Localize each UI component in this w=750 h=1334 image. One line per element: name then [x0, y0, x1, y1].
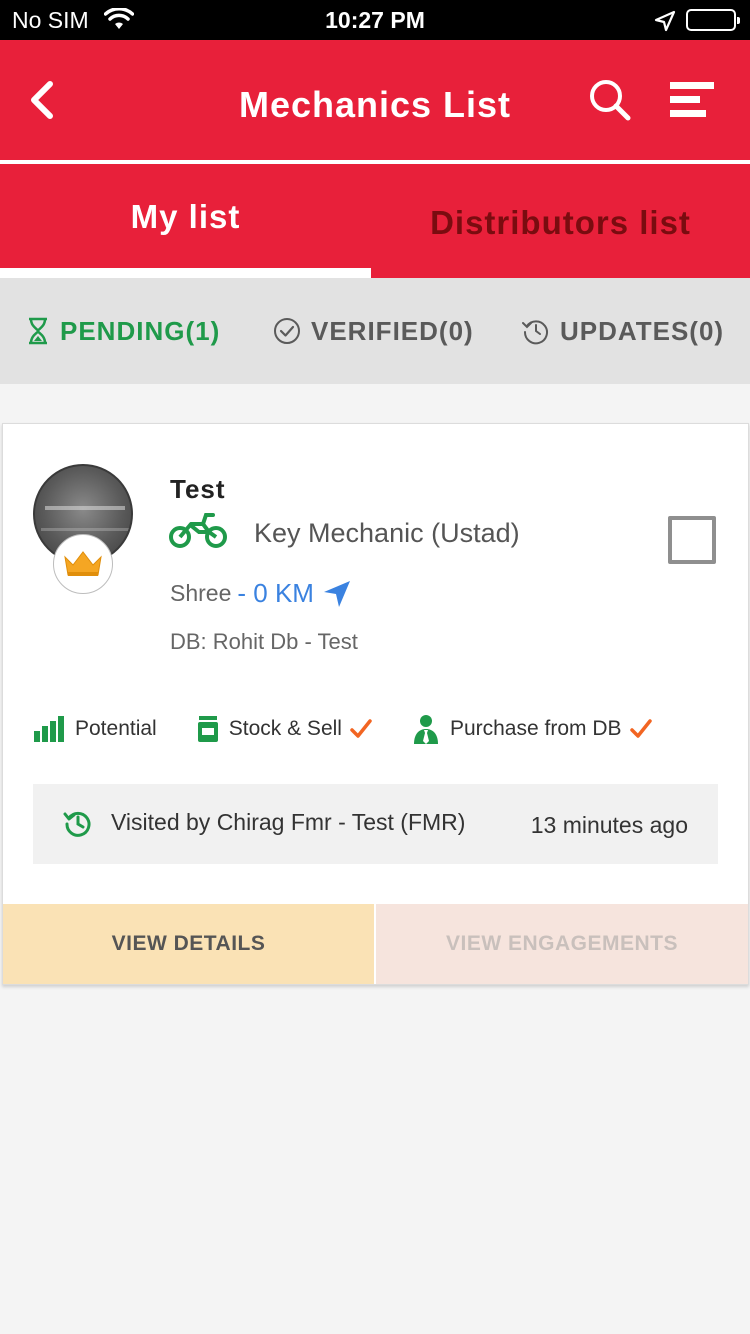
status-filter-bar: PENDING(1) VERIFIED(0) UPDATES(0): [0, 278, 750, 384]
attr-potential-label: Potential: [75, 717, 157, 740]
person-tie-icon: [413, 715, 438, 744]
history-icon: [522, 320, 548, 345]
app-header: Mechanics List: [0, 40, 750, 160]
battery-icon: [686, 9, 740, 31]
filter-updates[interactable]: UPDATES(0): [522, 278, 724, 384]
mechanic-name: Test: [170, 474, 226, 504]
select-checkbox[interactable]: [668, 516, 716, 564]
filter-verified-label: VERIFIED(0): [311, 315, 474, 346]
search-icon[interactable]: [588, 78, 632, 127]
checkmark-icon: [350, 719, 372, 738]
filter-pending[interactable]: PENDING(1): [26, 278, 220, 384]
stock-box-icon: [197, 716, 218, 742]
tab-distributors-list[interactable]: Distributors list: [371, 164, 750, 278]
visited-time-label: 13 minutes ago: [530, 812, 688, 838]
status-bar: No SIM 10:27 PM: [0, 0, 750, 40]
attr-stock-sell: Stock & Sell: [197, 715, 372, 743]
location-arrow-icon: [654, 10, 676, 37]
mechanic-card[interactable]: Test Key Mechanic (Ustad) Shree - 0 KM D…: [2, 423, 749, 985]
motorbike-icon: [169, 512, 227, 553]
location-row: Shree - 0 KM: [170, 578, 352, 609]
view-engagements-button[interactable]: VIEW ENGAGEMENTS: [376, 904, 748, 984]
attr-purchase-db-label: Purchase from DB: [449, 717, 622, 740]
hourglass-icon: [29, 317, 47, 345]
page-title: Mechanics List: [238, 84, 512, 125]
signal-bars-icon: [34, 716, 64, 742]
filter-verified[interactable]: VERIFIED(0): [273, 278, 474, 384]
filter-updates-label: UPDATES(0): [560, 315, 725, 346]
tab-bar: My list Distributors list: [0, 164, 750, 278]
crown-icon: [64, 551, 102, 576]
mechanic-type: Key Mechanic (Ustad): [254, 518, 520, 548]
attribute-row: Potential Stock & Sell Purchase from DB: [33, 712, 692, 746]
visit-info: Visited by Chirag Fmr - Test (FMR) 13 mi…: [33, 784, 718, 864]
navigation-arrow-icon[interactable]: [322, 579, 352, 609]
clock-time: 10:27 PM: [325, 7, 425, 33]
attr-purchase-db: Purchase from DB: [412, 714, 652, 744]
check-circle-icon: [274, 318, 300, 344]
distance-label: - 0 KM: [237, 578, 314, 608]
checkmark-icon: [629, 719, 652, 738]
active-tab-indicator: [0, 268, 371, 278]
attr-potential: Potential: [33, 715, 157, 743]
menu-icon[interactable]: [668, 80, 716, 125]
distributor-label: DB: Rohit Db - Test: [170, 629, 358, 654]
area-label: Shree: [170, 580, 232, 606]
history-icon: [63, 811, 91, 837]
view-details-button[interactable]: VIEW DETAILS: [3, 904, 374, 984]
tab-my-list[interactable]: My list: [0, 164, 371, 278]
attr-stock-sell-label: Stock & Sell: [228, 717, 342, 740]
filter-pending-label: PENDING(1): [60, 315, 221, 346]
crown-badge: [53, 534, 113, 594]
visited-by-label: Visited by Chirag Fmr - Test (FMR): [111, 809, 466, 835]
